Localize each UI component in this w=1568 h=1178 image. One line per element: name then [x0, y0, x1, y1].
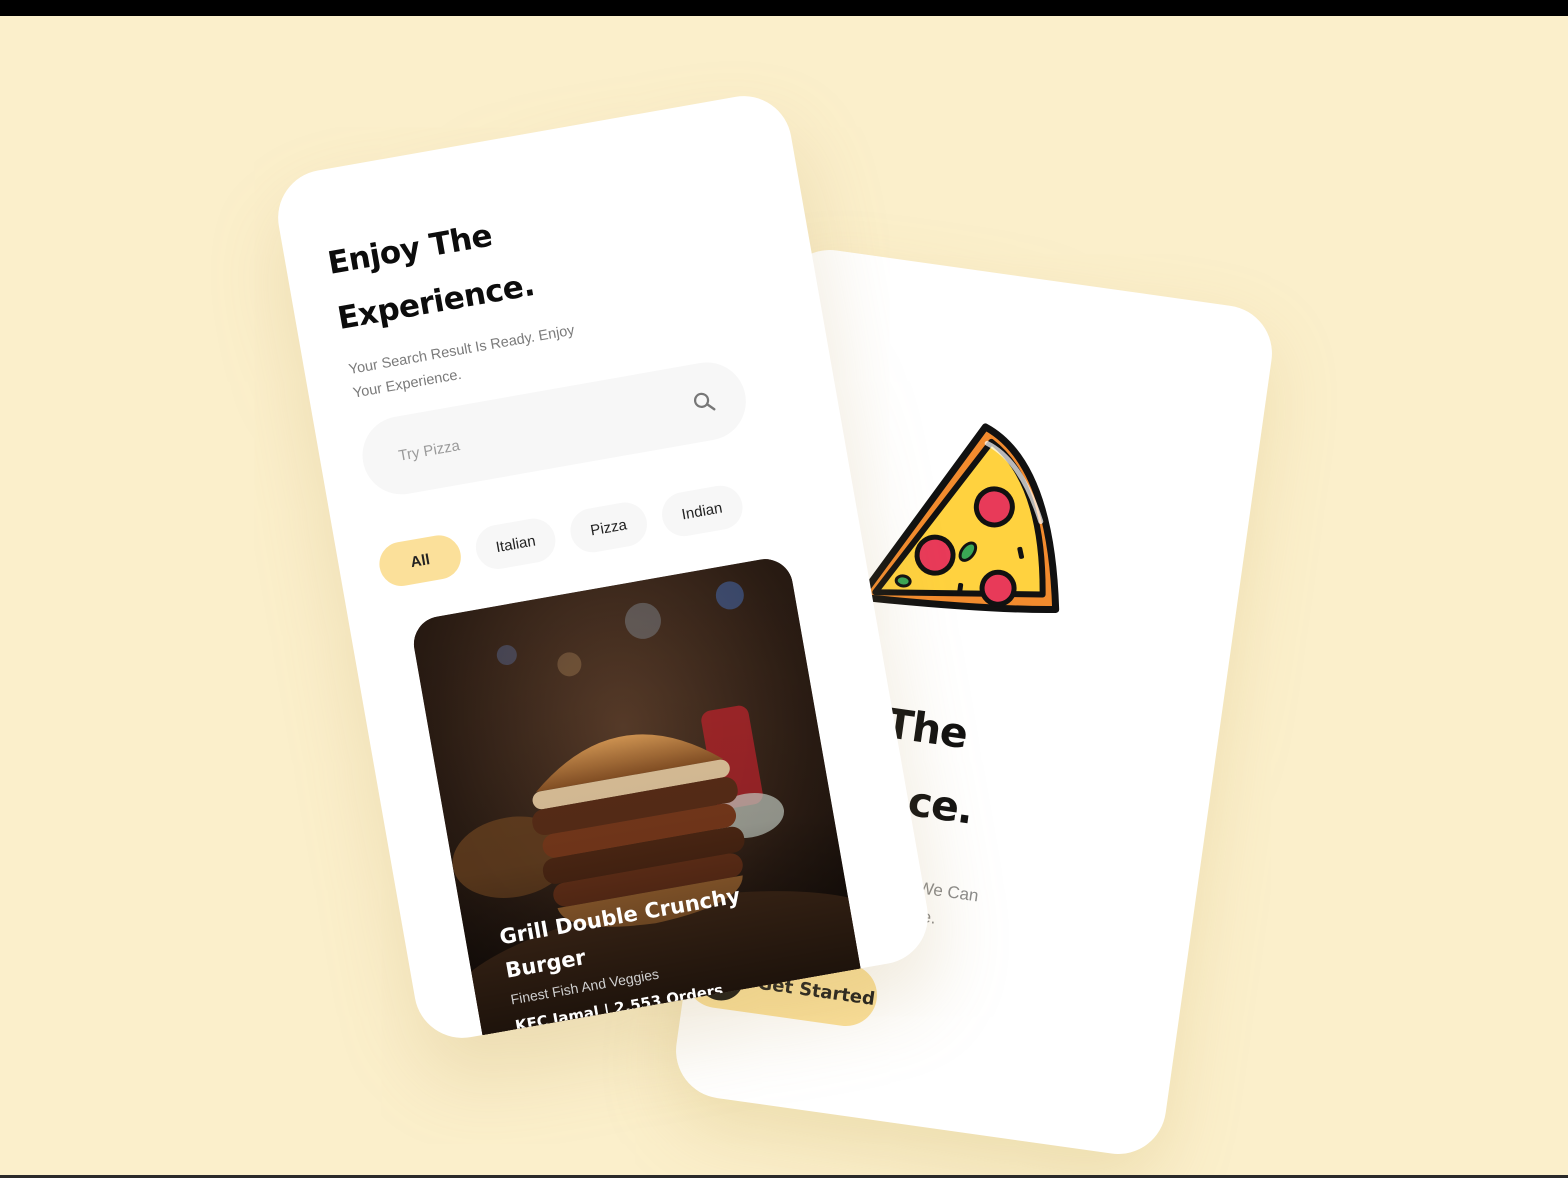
- chip-indian[interactable]: Indian: [658, 482, 746, 540]
- featured-food-card[interactable]: Grill Double Crunchy Burger Finest Fish …: [409, 554, 870, 1046]
- page-title: Enjoy The Experience.: [323, 202, 539, 347]
- pizza-slice-icon: [856, 423, 1060, 614]
- chip-italian[interactable]: Italian: [472, 515, 559, 573]
- top-frame-bar: [0, 0, 1568, 16]
- chip-pizza[interactable]: Pizza: [567, 499, 651, 556]
- chip-all[interactable]: All: [375, 531, 465, 590]
- search-icon[interactable]: [690, 388, 718, 416]
- home-screen: Enjoy The Experience. Your Search Result…: [270, 88, 936, 1046]
- search-input[interactable]: [397, 405, 637, 465]
